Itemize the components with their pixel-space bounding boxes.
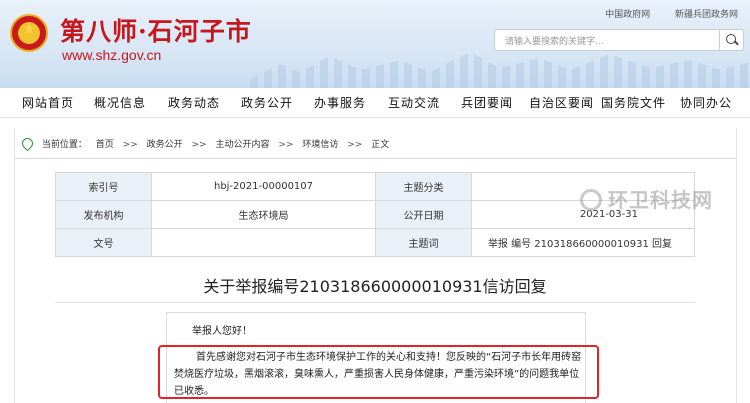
nav-item-home[interactable]: 网站首页 xyxy=(22,94,74,111)
national-emblem-icon: ★ xyxy=(10,14,48,52)
main-nav: 网站首页 概况信息 政务动态 政务公开 办事服务 互动交流 兵团要闻 自治区要闻… xyxy=(0,88,750,118)
nav-item-overview[interactable]: 概况信息 xyxy=(94,94,146,111)
nav-item-interaction[interactable]: 互动交流 xyxy=(388,94,440,111)
site-header: ★ 第八师·石河子市 www.shz.gov.cn 中国政府网 新疆兵团政务网 … xyxy=(0,0,750,88)
nav-item-office[interactable]: 协同办公 xyxy=(680,94,732,111)
search-input[interactable]: 请输入要搜索的关键字... xyxy=(505,34,604,47)
red-highlight-box xyxy=(158,345,599,399)
breadcrumb-divider xyxy=(14,158,736,159)
breadcrumb-separator: >> xyxy=(347,140,363,150)
nav-item-region-news[interactable]: 自治区要闻 xyxy=(529,94,594,111)
nav-item-gov-news[interactable]: 政务动态 xyxy=(168,94,220,111)
meta-key-doc-number: 文号 xyxy=(55,228,152,257)
watermark-text: 环卫科技网 xyxy=(608,188,713,212)
skyline-decoration xyxy=(250,52,750,88)
breadcrumb-separator: >> xyxy=(191,140,207,150)
link-china-gov[interactable]: 中国政府网 xyxy=(605,10,650,20)
breadcrumb-label: 当前位置： xyxy=(41,140,87,150)
content-border-right xyxy=(736,128,737,403)
watermark-logo-icon xyxy=(580,189,602,211)
search-icon[interactable] xyxy=(719,30,743,50)
meta-value-keywords: 举报 编号 210318660000010931 回复 xyxy=(471,228,695,257)
breadcrumb-current: 正文 xyxy=(371,140,390,150)
letter-greeting: 举报人您好！ xyxy=(192,326,252,337)
meta-value-index: hbj-2021-00000107 xyxy=(151,172,376,201)
meta-key-category: 主题分类 xyxy=(375,172,472,201)
breadcrumb-active-content[interactable]: 主动公开内容 xyxy=(215,140,269,150)
top-links: 中国政府网 新疆兵团政务网 xyxy=(583,7,738,20)
breadcrumb-separator: >> xyxy=(122,140,138,150)
link-xinjiang-bingtuan[interactable]: 新疆兵团政务网 xyxy=(675,10,738,20)
meta-value-publisher: 生态环境局 xyxy=(151,200,376,229)
breadcrumb-env-petition[interactable]: 环境信访 xyxy=(302,140,338,150)
nav-item-bingtuan-news[interactable]: 兵团要闻 xyxy=(461,94,513,111)
nav-item-services[interactable]: 办事服务 xyxy=(314,94,366,111)
table-row: 文号 主题词 举报 编号 210318660000010931 回复 xyxy=(55,228,695,257)
search-box[interactable]: 请输入要搜索的关键字... xyxy=(494,29,744,51)
nav-item-state-council[interactable]: 国务院文件 xyxy=(601,94,666,111)
breadcrumb-home[interactable]: 首页 xyxy=(96,140,114,150)
breadcrumb-separator: >> xyxy=(278,140,294,150)
meta-key-date: 公开日期 xyxy=(375,200,472,229)
meta-key-index: 索引号 xyxy=(55,172,152,201)
meta-value-doc-number xyxy=(151,228,376,257)
breadcrumb: 当前位置： 首页 >> 政务公开 >> 主动公开内容 >> 环境信访 >> 正文 xyxy=(19,135,390,153)
page-title: 关于举报编号210318660000010931信访回复 xyxy=(203,277,547,296)
watermark: 环卫科技网 xyxy=(580,184,740,224)
site-name[interactable]: 第八师·石河子市 xyxy=(60,12,252,48)
meta-key-publisher: 发布机构 xyxy=(55,200,152,229)
location-pin-icon xyxy=(19,135,36,152)
nav-item-gov-open[interactable]: 政务公开 xyxy=(241,94,293,111)
meta-key-keywords: 主题词 xyxy=(375,228,472,257)
site-url: www.shz.gov.cn xyxy=(62,47,162,63)
content-border-left xyxy=(14,128,15,403)
title-divider xyxy=(55,302,695,303)
breadcrumb-gov-open[interactable]: 政务公开 xyxy=(147,140,183,150)
